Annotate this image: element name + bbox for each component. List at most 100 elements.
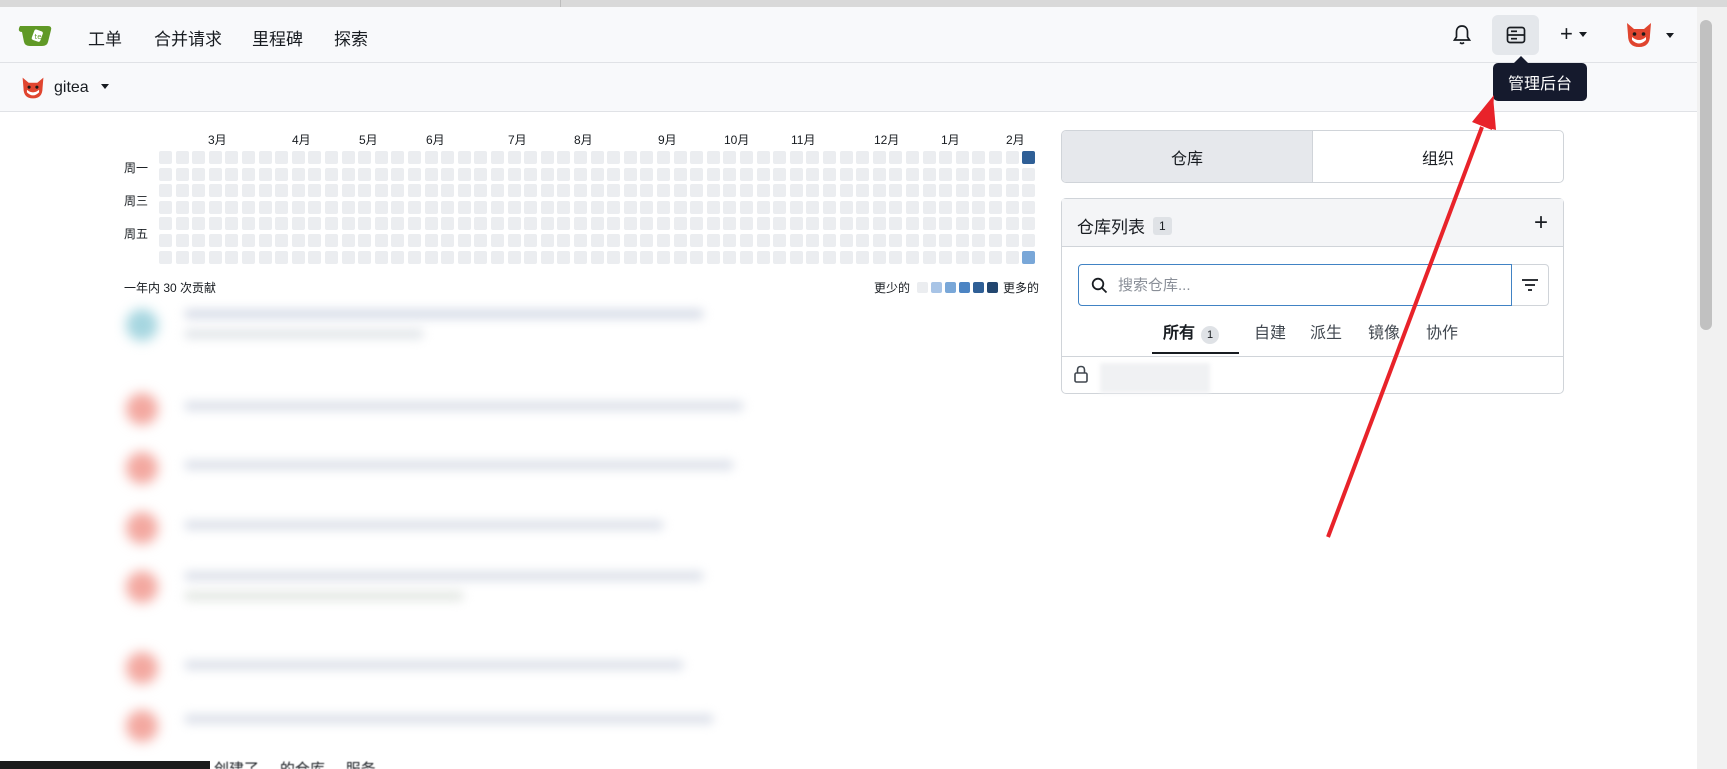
heatmap-cell[interactable] — [441, 234, 455, 247]
heatmap-cell[interactable] — [208, 167, 222, 181]
heatmap-cell[interactable] — [607, 184, 621, 198]
bell-icon[interactable] — [1450, 23, 1474, 47]
heatmap-cell[interactable] — [291, 200, 305, 214]
heatmap-cell[interactable] — [358, 217, 372, 231]
heatmap-cell[interactable] — [557, 151, 571, 164]
heatmap-cell[interactable] — [723, 184, 737, 198]
heatmap-cell[interactable] — [706, 217, 720, 231]
heatmap-cell[interactable] — [889, 184, 903, 198]
heatmap-cell[interactable] — [374, 167, 388, 181]
heatmap-cell[interactable] — [673, 250, 687, 264]
heatmap-cell[interactable] — [1022, 151, 1036, 164]
heatmap-cell[interactable] — [607, 234, 621, 247]
heatmap-cell[interactable] — [341, 234, 355, 247]
heatmap-cell[interactable] — [806, 234, 820, 247]
heatmap-cell[interactable] — [789, 234, 803, 247]
heatmap-cell[interactable] — [225, 200, 239, 214]
heatmap-cell[interactable] — [673, 200, 687, 214]
heatmap-cell[interactable] — [706, 200, 720, 214]
heatmap-cell[interactable] — [922, 217, 936, 231]
heatmap-cell[interactable] — [242, 217, 255, 231]
heatmap-cell[interactable] — [441, 250, 455, 264]
heatmap-cell[interactable] — [540, 151, 554, 164]
heatmap-cell[interactable] — [972, 217, 986, 231]
heatmap-cell[interactable] — [291, 151, 305, 164]
heatmap-cell[interactable] — [225, 234, 239, 247]
heatmap-cell[interactable] — [823, 151, 836, 164]
site-admin-button[interactable] — [1492, 15, 1539, 55]
heatmap-cell[interactable] — [474, 234, 488, 247]
heatmap-cell[interactable] — [640, 217, 654, 231]
heatmap-cell[interactable] — [972, 167, 986, 181]
heatmap-cell[interactable] — [690, 200, 704, 214]
heatmap-cell[interactable] — [507, 217, 521, 231]
heatmap-cell[interactable] — [823, 184, 836, 198]
heatmap-cell[interactable] — [524, 200, 538, 214]
heatmap-cell[interactable] — [839, 151, 853, 164]
heatmap-cell[interactable] — [657, 217, 670, 231]
heatmap-cell[interactable] — [275, 184, 289, 198]
heatmap-cell[interactable] — [424, 217, 438, 231]
heatmap-cell[interactable] — [839, 200, 853, 214]
heatmap-cell[interactable] — [308, 250, 322, 264]
heatmap-cell[interactable] — [242, 167, 255, 181]
heatmap-cell[interactable] — [308, 217, 322, 231]
heatmap-cell[interactable] — [474, 250, 488, 264]
heatmap-cell[interactable] — [839, 217, 853, 231]
heatmap-cell[interactable] — [275, 200, 289, 214]
heatmap-cell[interactable] — [906, 151, 919, 164]
heatmap-cell[interactable] — [756, 184, 770, 198]
heatmap-cell[interactable] — [823, 167, 836, 181]
heatmap-cell[interactable] — [408, 200, 421, 214]
heatmap-cell[interactable] — [175, 217, 189, 231]
heatmap-cell[interactable] — [922, 250, 936, 264]
subtab-sources[interactable]: 自建 — [1254, 319, 1286, 343]
heatmap-cell[interactable] — [540, 184, 554, 198]
heatmap-cell[interactable] — [623, 184, 637, 198]
heatmap-cell[interactable] — [1005, 250, 1019, 264]
heatmap-cell[interactable] — [408, 184, 421, 198]
heatmap-cell[interactable] — [524, 167, 538, 181]
heatmap-cell[interactable] — [507, 234, 521, 247]
heatmap-cell[interactable] — [507, 200, 521, 214]
heatmap-cell[interactable] — [192, 200, 206, 214]
heatmap-cell[interactable] — [623, 217, 637, 231]
heatmap-cell[interactable] — [939, 250, 953, 264]
subtab-mirrors[interactable]: 镜像 — [1368, 319, 1400, 343]
heatmap-cell[interactable] — [706, 250, 720, 264]
heatmap-cell[interactable] — [590, 151, 604, 164]
heatmap-cell[interactable] — [839, 250, 853, 264]
heatmap-cell[interactable] — [457, 217, 471, 231]
heatmap-cell[interactable] — [955, 250, 969, 264]
heatmap-cell[interactable] — [1005, 200, 1019, 214]
heatmap-cell[interactable] — [756, 151, 770, 164]
heatmap-cell[interactable] — [972, 200, 986, 214]
heatmap-cell[interactable] — [308, 184, 322, 198]
heatmap-cell[interactable] — [657, 200, 670, 214]
heatmap-cell[interactable] — [972, 184, 986, 198]
heatmap-cell[interactable] — [574, 151, 587, 164]
heatmap-cell[interactable] — [1022, 167, 1036, 181]
heatmap-cell[interactable] — [872, 200, 886, 214]
heatmap-cell[interactable] — [540, 250, 554, 264]
heatmap-cell[interactable] — [939, 184, 953, 198]
heatmap-cell[interactable] — [325, 151, 338, 164]
heatmap-cell[interactable] — [491, 167, 504, 181]
heatmap-cell[interactable] — [773, 200, 787, 214]
heatmap-cell[interactable] — [839, 167, 853, 181]
heatmap-cell[interactable] — [491, 151, 504, 164]
heatmap-cell[interactable] — [706, 184, 720, 198]
heatmap-cell[interactable] — [358, 250, 372, 264]
heatmap-cell[interactable] — [673, 217, 687, 231]
heatmap-cell[interactable] — [939, 234, 953, 247]
heatmap-cell[interactable] — [706, 234, 720, 247]
heatmap-cell[interactable] — [374, 234, 388, 247]
heatmap-cell[interactable] — [607, 250, 621, 264]
heatmap-cell[interactable] — [275, 250, 289, 264]
heatmap-cell[interactable] — [574, 250, 587, 264]
heatmap-cell[interactable] — [491, 250, 504, 264]
heatmap-cell[interactable] — [906, 234, 919, 247]
heatmap-cell[interactable] — [1022, 217, 1036, 231]
heatmap-cell[interactable] — [789, 250, 803, 264]
heatmap-cell[interactable] — [507, 167, 521, 181]
